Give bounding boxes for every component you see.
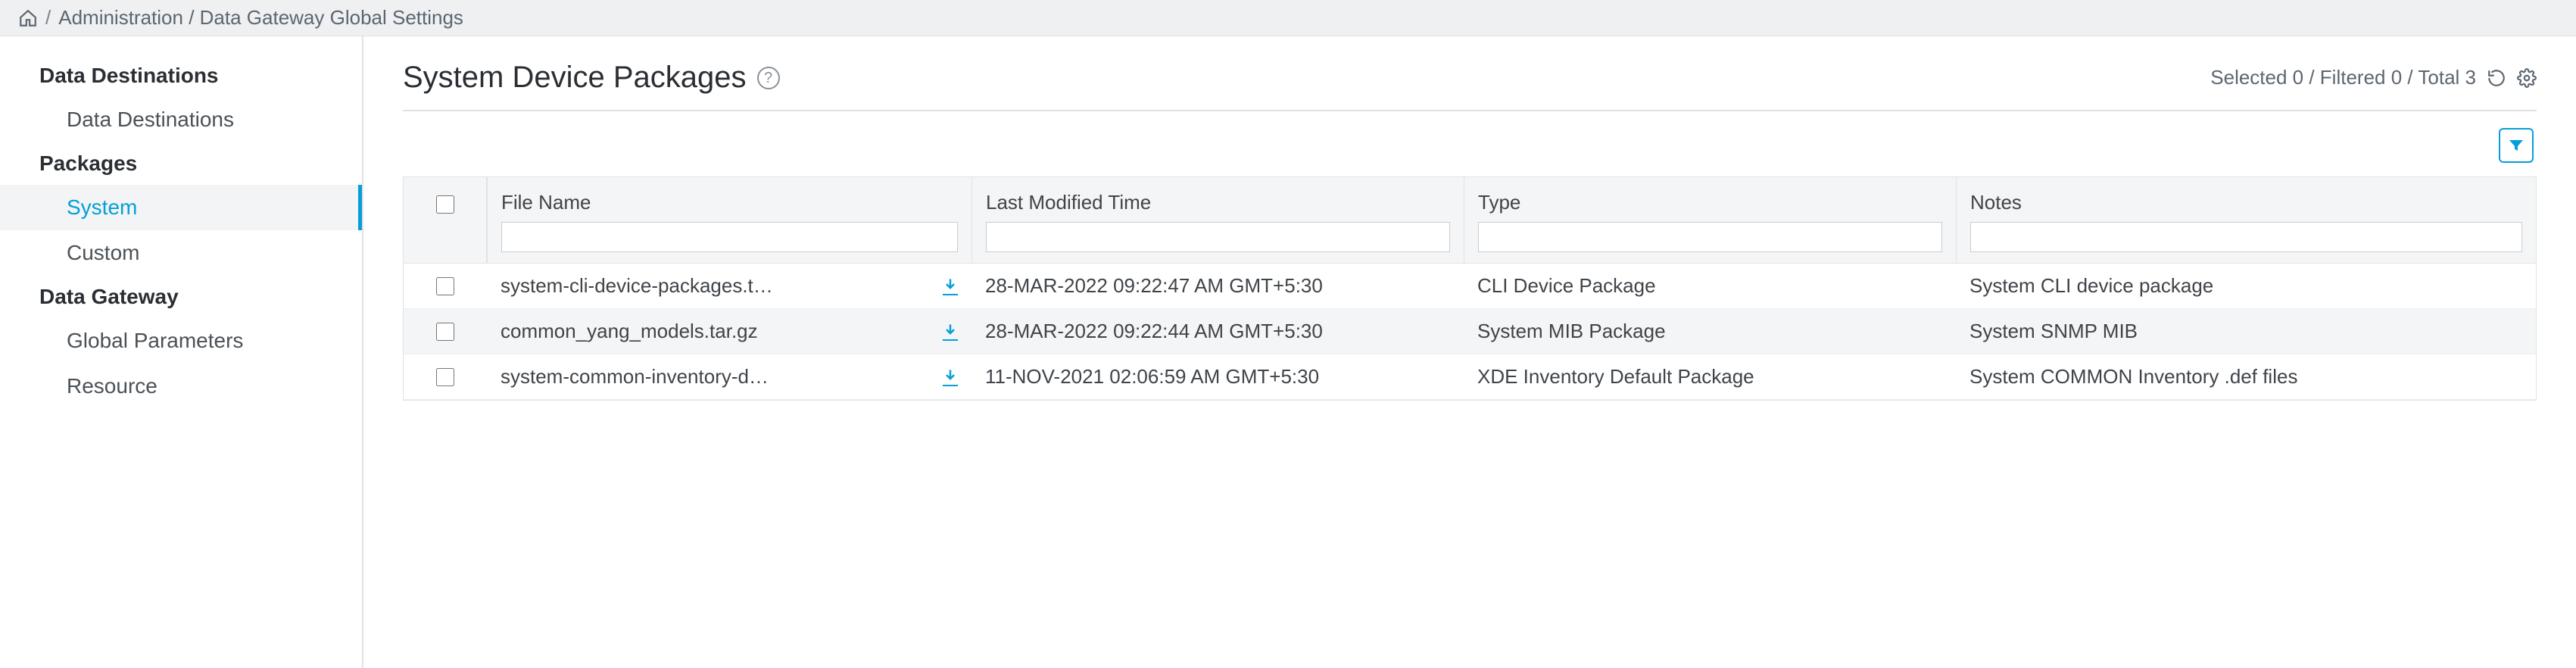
sidebar-item-data-destinations[interactable]: Data Destinations xyxy=(0,97,362,142)
breadcrumb: / Administration / Data Gateway Global S… xyxy=(0,0,2576,36)
table-toolbar xyxy=(403,111,2537,176)
cell-notes: System SNMP MIB xyxy=(1956,320,2536,343)
sidebar-item-resource[interactable]: Resource xyxy=(0,364,362,409)
breadcrumb-path[interactable]: Administration / Data Gateway Global Set… xyxy=(58,6,463,30)
table-header: File Name Last Modified Time Type xyxy=(404,177,2536,264)
page-title: System Device Packages ? xyxy=(403,61,780,95)
home-icon[interactable] xyxy=(18,8,38,28)
cell-notes: System CLI device package xyxy=(1956,274,2536,298)
column-header-notes[interactable]: Notes xyxy=(1970,191,2522,214)
selection-counts: Selected 0 / Filtered 0 / Total 3 xyxy=(2210,66,2476,89)
help-icon[interactable]: ? xyxy=(757,67,780,89)
column-header-file-name[interactable]: File Name xyxy=(501,191,958,214)
cell-last-modified: 11-NOV-2021 02:06:59 AM GMT+5:30 xyxy=(971,365,1464,389)
gear-icon[interactable] xyxy=(2517,68,2537,88)
select-all-checkbox[interactable] xyxy=(436,195,454,214)
filter-input-type[interactable] xyxy=(1478,222,1942,252)
download-icon[interactable] xyxy=(943,323,958,341)
cell-file-name: common_yang_models.tar.gz xyxy=(501,320,758,343)
filter-input-last-modified[interactable] xyxy=(986,222,1450,252)
column-header-last-modified[interactable]: Last Modified Time xyxy=(986,191,1450,214)
row-checkbox-cell xyxy=(404,368,487,386)
row-checkbox[interactable] xyxy=(436,277,454,295)
filter-input-file-name[interactable] xyxy=(501,222,958,252)
cell-last-modified: 28-MAR-2022 09:22:44 AM GMT+5:30 xyxy=(971,320,1464,343)
sidebar-group-data-destinations: Data Destinations xyxy=(0,55,362,97)
cell-file-name: system-common-inventory-d… xyxy=(501,365,769,389)
row-checkbox[interactable] xyxy=(436,323,454,341)
sidebar: Data Destinations Data Destinations Pack… xyxy=(0,36,363,668)
page-header: System Device Packages ? Selected 0 / Fi… xyxy=(403,61,2537,111)
refresh-icon[interactable] xyxy=(2487,68,2506,88)
cell-file-name: system-cli-device-packages.t… xyxy=(501,274,773,298)
header-right: Selected 0 / Filtered 0 / Total 3 xyxy=(2210,66,2537,89)
table-row[interactable]: system-cli-device-packages.t… 28-MAR-202… xyxy=(404,264,2536,309)
breadcrumb-separator: / xyxy=(45,6,51,30)
cell-type: XDE Inventory Default Package xyxy=(1464,365,1956,389)
main-content: System Device Packages ? Selected 0 / Fi… xyxy=(363,36,2576,668)
cell-type: System MIB Package xyxy=(1464,320,1956,343)
row-checkbox-cell xyxy=(404,323,487,341)
cell-last-modified: 28-MAR-2022 09:22:47 AM GMT+5:30 xyxy=(971,274,1464,298)
sidebar-group-data-gateway: Data Gateway xyxy=(0,276,362,318)
download-icon[interactable] xyxy=(943,277,958,295)
filter-input-notes[interactable] xyxy=(1970,222,2522,252)
packages-table: File Name Last Modified Time Type xyxy=(403,176,2537,401)
table-row[interactable]: system-common-inventory-d… 11-NOV-2021 0… xyxy=(404,354,2536,400)
table-row[interactable]: common_yang_models.tar.gz 28-MAR-2022 09… xyxy=(404,309,2536,354)
page-title-text: System Device Packages xyxy=(403,61,747,95)
column-header-type[interactable]: Type xyxy=(1478,191,1942,214)
cell-notes: System COMMON Inventory .def files xyxy=(1956,365,2536,389)
cell-type: CLI Device Package xyxy=(1464,274,1956,298)
row-checkbox-cell xyxy=(404,277,487,295)
table-body: system-cli-device-packages.t… 28-MAR-202… xyxy=(404,264,2536,400)
header-checkbox-cell xyxy=(404,177,487,263)
download-icon[interactable] xyxy=(943,368,958,386)
filter-button[interactable] xyxy=(2499,128,2534,163)
sidebar-group-packages: Packages xyxy=(0,142,362,185)
sidebar-item-system[interactable]: System xyxy=(0,185,362,230)
row-checkbox[interactable] xyxy=(436,368,454,386)
sidebar-item-global-parameters[interactable]: Global Parameters xyxy=(0,318,362,364)
sidebar-item-custom[interactable]: Custom xyxy=(0,230,362,276)
